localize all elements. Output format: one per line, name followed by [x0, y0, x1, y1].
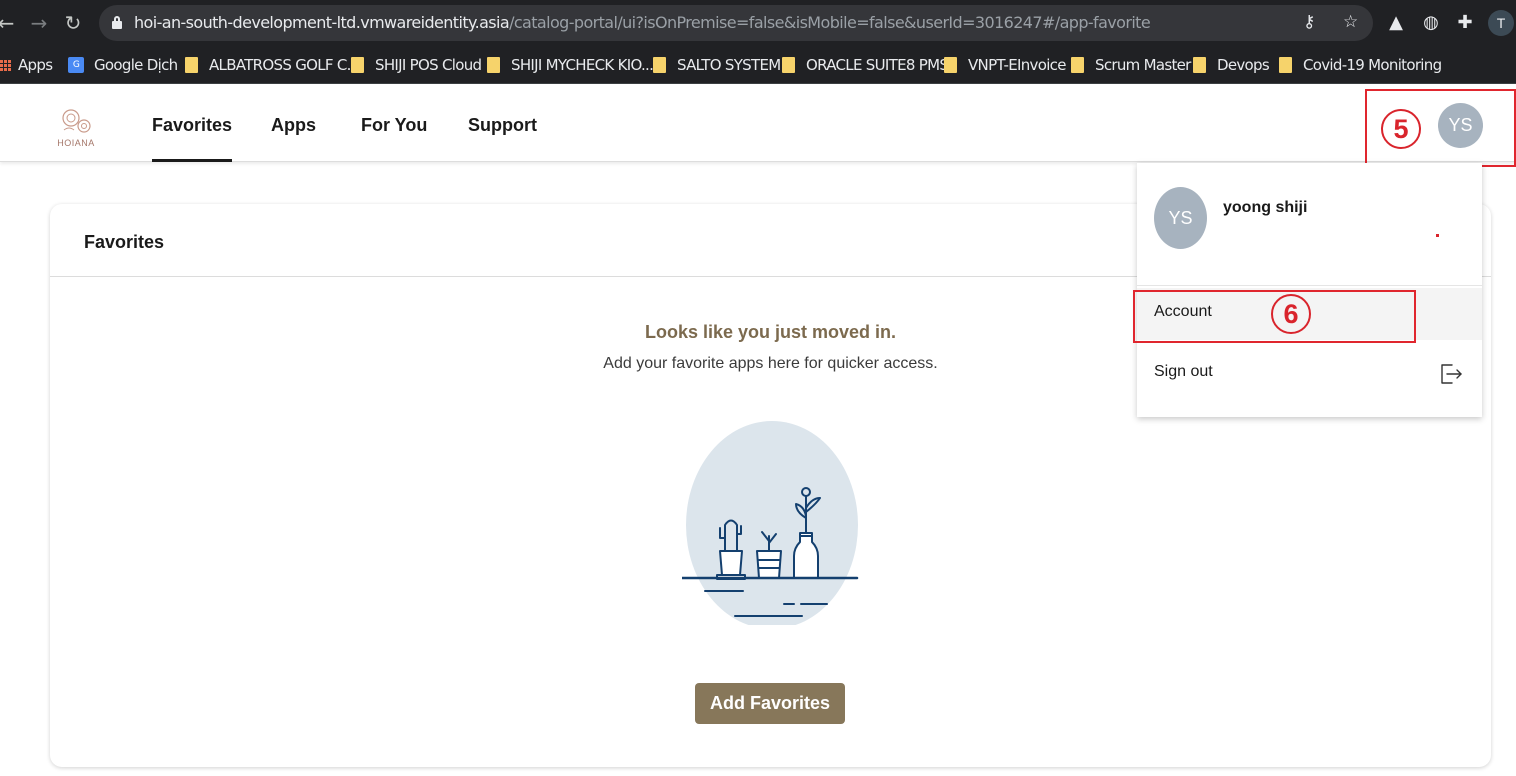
user-name: yoong shiji	[1223, 199, 1308, 216]
menu-item-sign-out[interactable]: Sign out	[1137, 348, 1482, 400]
bookmark-covid[interactable]: Covid-19 Monitoring	[1279, 55, 1442, 75]
bookmark-vnpt[interactable]: VNPT-EInvoice	[944, 55, 1066, 75]
reload-icon[interactable]: ↻	[59, 9, 87, 37]
star-icon[interactable]: ☆	[1343, 12, 1358, 32]
sign-out-icon	[1441, 364, 1462, 384]
folder-icon	[487, 57, 500, 73]
puzzle-icon[interactable]: ✚	[1453, 11, 1477, 35]
hoiana-logo[interactable]: HOIANA	[55, 104, 97, 150]
folder-icon	[944, 57, 957, 73]
tab-for-you[interactable]: For You	[361, 115, 427, 136]
annotation-number-6: 6	[1271, 294, 1311, 334]
folder-icon	[1193, 57, 1206, 73]
bookmark-albatross[interactable]: ALBATROSS GOLF C...	[185, 55, 360, 75]
apps-grid-icon	[0, 59, 11, 71]
browser-profile-avatar[interactable]: T	[1488, 10, 1514, 36]
back-icon[interactable]: ←	[0, 9, 20, 37]
extension-triangle-icon[interactable]: ▲	[1384, 11, 1408, 35]
bookmark-shiji-pos[interactable]: SHIJI POS Cloud	[351, 55, 482, 75]
red-dot-marker	[1436, 234, 1439, 237]
bookmark-apps[interactable]: Apps	[0, 55, 53, 75]
folder-icon	[185, 57, 198, 73]
folder-icon	[1071, 57, 1084, 73]
address-bar[interactable]: hoi-an-south-development-ltd.vmwareident…	[99, 5, 1373, 41]
dropdown-avatar: YS	[1154, 187, 1207, 249]
folder-icon	[653, 57, 666, 73]
bookmark-scrum-master[interactable]: Scrum Master	[1071, 55, 1191, 75]
logo-mark-icon	[62, 109, 91, 133]
plants-illustration	[682, 421, 859, 625]
bookmark-shiji-mycheck[interactable]: SHIJI MYCHECK KIO...	[487, 55, 654, 75]
key-icon[interactable]: ⚷	[1303, 12, 1315, 32]
folder-icon	[351, 57, 364, 73]
folder-icon	[1279, 57, 1292, 73]
add-favorites-button[interactable]: Add Favorites	[695, 683, 845, 724]
folder-icon	[782, 57, 795, 73]
bookmark-devops[interactable]: Devops	[1193, 55, 1270, 75]
extension-circle-icon[interactable]: ◍	[1419, 11, 1443, 35]
tab-favorites[interactable]: Favorites	[152, 115, 233, 162]
forward-icon[interactable]: →	[25, 9, 53, 37]
annotation-number-5: 5	[1381, 109, 1421, 149]
url-text[interactable]: hoi-an-south-development-ltd.vmwareident…	[134, 13, 1151, 32]
tab-support[interactable]: Support	[468, 115, 537, 136]
lock-icon[interactable]	[112, 16, 122, 29]
dropdown-divider	[1137, 285, 1482, 286]
bookmarks-bar: Apps G Google Dịch ALBATROSS GOLF C... S…	[0, 46, 1516, 84]
bookmark-salto[interactable]: SALTO SYSTEM	[653, 55, 781, 75]
bookmark-oracle[interactable]: ORACLE SUITE8 PMS	[782, 55, 949, 75]
google-translate-icon: G	[68, 57, 84, 73]
tab-apps[interactable]: Apps	[271, 115, 316, 136]
card-title: Favorites	[84, 232, 165, 252]
browser-toolbar: ← → ↻ hoi-an-south-development-ltd.vmwar…	[0, 0, 1516, 46]
bookmark-google-dich[interactable]: G Google Dịch	[68, 55, 178, 75]
app-header: HOIANA Favorites Apps For You Support YS	[0, 84, 1516, 162]
